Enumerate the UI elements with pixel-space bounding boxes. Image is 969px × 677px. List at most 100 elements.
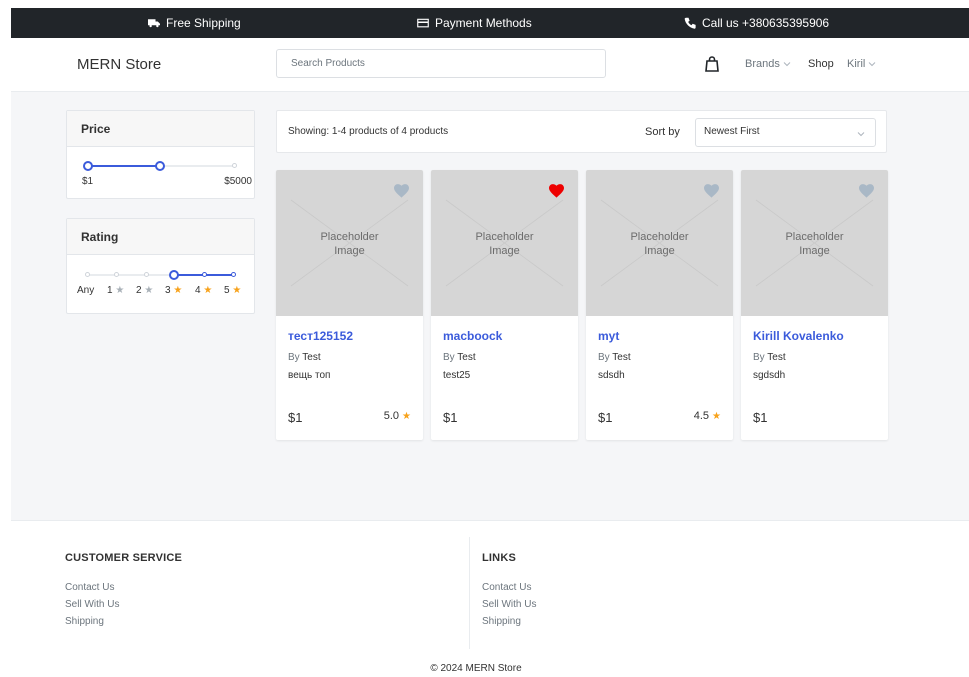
footer-sell-with-us-link[interactable]: Sell With Us [65, 599, 182, 610]
brand-name: Test [767, 352, 786, 363]
price-slider-track [88, 165, 161, 167]
shop-main: Price $1 $5000 Rating Any 1 ★ 2 ★ 3 ★ 4 … [11, 92, 969, 520]
price-filter-title: Price [67, 111, 254, 147]
footer-links: LINKS Contact Us Sell With Us Shipping [482, 552, 536, 633]
price-min-handle[interactable] [83, 161, 93, 171]
heart-icon[interactable] [549, 184, 564, 198]
placeholder-text: Placeholder Image [475, 231, 534, 257]
rating-min-handle[interactable] [169, 270, 179, 280]
footer-customer-service-title: CUSTOMER SERVICE [65, 552, 183, 564]
star-icon: ★ [144, 285, 154, 296]
star-icon: ★ [232, 285, 242, 296]
product-image[interactable]: Placeholder Image [586, 170, 733, 316]
rating-value: 5.0 [383, 410, 400, 422]
brands-label: Brands [745, 58, 780, 70]
rating-label-1: 1 ★ [107, 285, 124, 296]
shopping-bag-icon[interactable] [705, 56, 719, 72]
product-image[interactable]: Placeholder Image [276, 170, 423, 316]
product-description: sdsdh [598, 370, 625, 381]
footer-shipping-link[interactable]: Shipping [65, 616, 182, 627]
footer-contact-us-link[interactable]: Contact Us [65, 582, 182, 593]
truck-icon [148, 19, 160, 28]
shop-link[interactable]: Shop [808, 58, 834, 70]
rating-dot-4[interactable] [202, 272, 207, 277]
price-slider[interactable]: $1 $5000 [67, 147, 254, 197]
star-icon: ★ [712, 410, 721, 422]
product-price: $1 [753, 410, 768, 425]
copyright: © 2024 MERN Store [430, 663, 522, 674]
star-icon: ★ [115, 285, 125, 296]
brand-name: Test [612, 352, 631, 363]
rating-dot-2[interactable] [144, 272, 149, 277]
payment-methods-item: Payment Methods [417, 16, 532, 30]
brand-logo[interactable]: MERN Store [77, 56, 161, 73]
rating-label-3: 3 ★ [165, 285, 182, 296]
price-max-label: $5000 [224, 176, 252, 187]
rating-label-5-text: 5 [224, 285, 230, 296]
by-prefix: By [288, 352, 300, 363]
product-card[interactable]: Placeholder Image Kirill Kovalenko By Test… [741, 170, 888, 440]
chevron-down-icon [868, 62, 876, 67]
by-prefix: By [598, 352, 610, 363]
chevron-down-icon [857, 132, 865, 137]
product-name[interactable]: myt [598, 329, 619, 343]
product-brand: By Test [598, 352, 631, 363]
user-label: Kiril [847, 58, 866, 70]
product-image[interactable]: Placeholder Image [431, 170, 578, 316]
rating-label-5: 5 ★ [224, 285, 241, 296]
product-price: $1 [443, 410, 458, 425]
product-name[interactable]: тест125152 [288, 329, 353, 343]
product-description: вещь топ [288, 370, 331, 381]
footer-links-sell-with-us-link[interactable]: Sell With Us [482, 599, 536, 610]
product-price: $1 [598, 410, 613, 425]
site-footer: CUSTOMER SERVICE Contact Us Sell With Us… [11, 520, 969, 677]
rating-filter: Rating Any 1 ★ 2 ★ 3 ★ 4 ★ 5 ★ [66, 218, 255, 314]
sort-value: Newest First [704, 126, 760, 137]
brand-name: Test [302, 352, 321, 363]
star-icon: ★ [203, 285, 213, 296]
star-icon: ★ [402, 410, 411, 422]
credit-card-icon [417, 18, 429, 28]
product-card[interactable]: Placeholder Image macboock By Test test25 $1 [431, 170, 578, 440]
price-max-handle[interactable] [155, 161, 166, 171]
rating-max-handle[interactable] [231, 272, 236, 277]
product-card[interactable]: Placeholder Image тест125152 By Test вещь т… [276, 170, 423, 440]
price-slider-end-dot [232, 163, 237, 168]
product-name[interactable]: Kirill Kovalenko [753, 329, 844, 343]
heart-icon[interactable] [704, 184, 719, 198]
search-input[interactable] [276, 49, 606, 78]
brands-dropdown[interactable]: Brands [745, 58, 791, 70]
rating-filter-title: Rating [67, 219, 254, 255]
product-description: sgdsdh [753, 370, 786, 381]
rating-value: 4.5 [693, 410, 710, 422]
placeholder-text: Placeholder Image [785, 231, 844, 257]
rating-label-1-text: 1 [107, 285, 113, 296]
rating-label-4: 4 ★ [195, 285, 212, 296]
free-shipping-text: Free Shipping [166, 16, 241, 30]
heart-icon[interactable] [859, 184, 874, 198]
footer-links-shipping-link[interactable]: Shipping [482, 616, 536, 627]
free-shipping-item: Free Shipping [148, 16, 241, 30]
placeholder-text: Placeholder Image [630, 231, 689, 257]
rating-slider[interactable]: Any 1 ★ 2 ★ 3 ★ 4 ★ 5 ★ [67, 255, 254, 313]
product-price: $1 [288, 410, 303, 425]
phone-item: Call us +380635395906 [684, 16, 829, 30]
user-dropdown[interactable]: Kiril [847, 58, 876, 70]
rating-label-2: 2 ★ [136, 285, 153, 296]
rating-label-any: Any [77, 285, 95, 296]
heart-icon[interactable] [394, 184, 409, 198]
product-image[interactable]: Placeholder Image [741, 170, 888, 316]
chevron-down-icon [783, 62, 791, 67]
footer-links-title: LINKS [482, 552, 516, 564]
rating-dot-1[interactable] [114, 272, 119, 277]
product-name[interactable]: macboock [443, 329, 502, 343]
footer-links-contact-us-link[interactable]: Contact Us [482, 582, 536, 593]
products-toolbar: Showing: 1-4 products of 4 products Sort… [276, 110, 887, 153]
rating-dot-any[interactable] [85, 272, 90, 277]
shop-label: Shop [808, 58, 834, 70]
product-card[interactable]: Placeholder Image myt By Test sdsdh $1 4.5 ★ [586, 170, 733, 440]
product-brand: By Test [288, 352, 321, 363]
sort-select[interactable]: Newest First [695, 118, 876, 147]
footer-divider [469, 537, 470, 649]
star-icon: ★ [173, 285, 183, 296]
